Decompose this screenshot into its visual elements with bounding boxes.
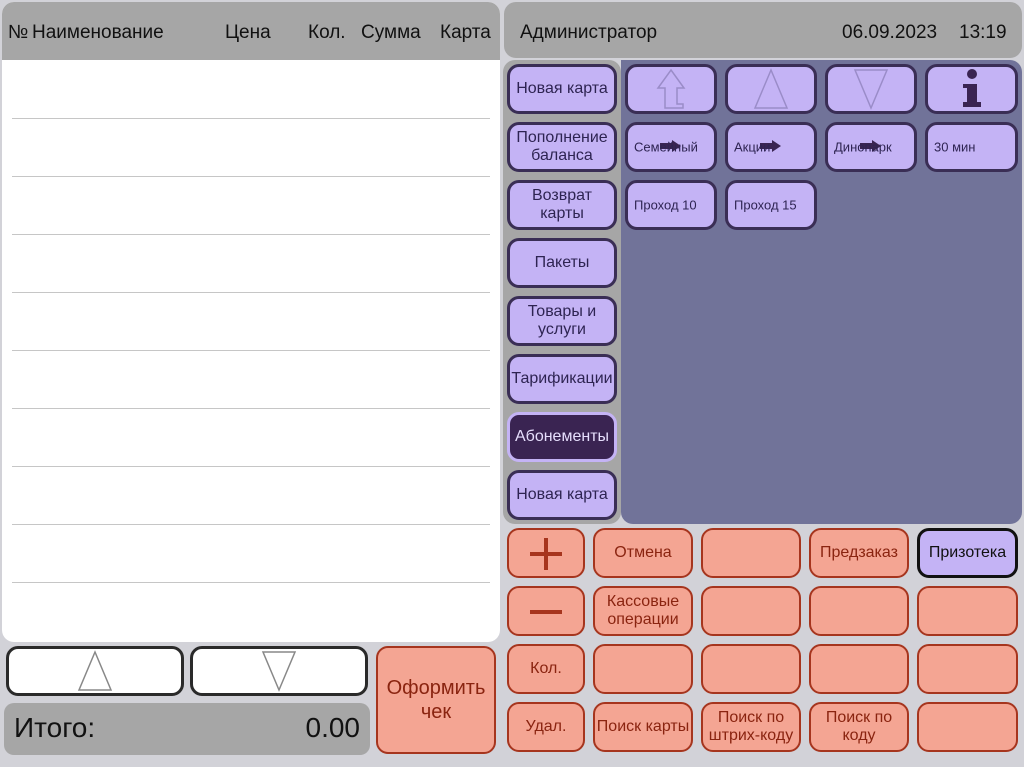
user-name: Администратор — [520, 22, 658, 43]
total-label: Итого: — [14, 712, 96, 743]
cancel-button[interactable]: Отмена — [593, 528, 693, 578]
col-qty: Кол. — [308, 22, 346, 43]
empty-key-9[interactable] — [917, 702, 1018, 752]
nav-down-button[interactable] — [825, 64, 917, 114]
row-divider — [12, 408, 490, 409]
category-new-card[interactable]: Новая карта — [507, 64, 617, 114]
empty-key-4[interactable] — [917, 586, 1018, 636]
category-balance-topup[interactable]: Пополнение баланса — [507, 122, 617, 172]
nav-up-level-button[interactable] — [625, 64, 717, 114]
category-packages[interactable]: Пакеты — [507, 238, 617, 288]
plus-icon — [530, 538, 562, 570]
cash-operations-button[interactable]: Кассовые операции — [593, 586, 693, 636]
empty-key-7[interactable] — [809, 644, 909, 694]
up-level-icon — [656, 68, 686, 109]
up-icon — [753, 68, 789, 109]
empty-key-1[interactable] — [701, 528, 801, 578]
category-new-card-2[interactable]: Новая карта — [507, 470, 617, 520]
up-arrow-icon — [77, 650, 113, 691]
checkout-button[interactable]: Оформить чек — [376, 646, 496, 754]
tile-30-min[interactable]: 30 мин — [925, 122, 1018, 172]
empty-key-5[interactable] — [593, 644, 693, 694]
row-divider — [12, 582, 490, 583]
total-panel: Итого: 0.00 — [4, 703, 370, 755]
row-divider — [12, 524, 490, 525]
tile-dinopark[interactable]: Динопарк — [825, 122, 917, 172]
empty-key-8[interactable] — [917, 644, 1018, 694]
preorder-button[interactable]: Предзаказ — [809, 528, 909, 578]
col-num: № — [8, 22, 29, 43]
category-subscriptions[interactable]: Абонементы — [507, 412, 617, 462]
empty-key-6[interactable] — [701, 644, 801, 694]
prizoteka-button[interactable]: Призотека — [917, 528, 1018, 578]
category-goods-services[interactable]: Товары и услуги — [507, 296, 617, 346]
search-code-button[interactable]: Поиск по коду — [809, 702, 909, 752]
down-arrow-icon — [261, 651, 297, 692]
empty-key-2[interactable] — [701, 586, 801, 636]
info-icon — [962, 69, 981, 107]
col-name: Наименование — [32, 22, 164, 43]
col-card: Карта — [440, 22, 491, 43]
delete-button[interactable]: Удал. — [507, 702, 585, 752]
col-sum: Сумма — [361, 22, 421, 43]
row-divider — [12, 350, 490, 351]
category-tariffs[interactable]: Тарификации — [507, 354, 617, 404]
row-divider — [12, 118, 490, 119]
scroll-down-button[interactable] — [190, 646, 368, 696]
row-divider — [12, 292, 490, 293]
tile-promotions[interactable]: Акции — [725, 122, 817, 172]
down-icon — [853, 69, 889, 110]
row-divider — [12, 234, 490, 235]
row-divider — [12, 466, 490, 467]
checkout-label: Оформить чек — [386, 677, 486, 723]
category-card-return[interactable]: Возврат карты — [507, 180, 617, 230]
receipt-header: № Наименование Цена Кол. Сумма Карта — [2, 2, 500, 60]
minus-icon — [530, 610, 562, 614]
tile-pass-15[interactable]: Проход 15 — [725, 180, 817, 230]
time-text: 13:19 — [959, 22, 1007, 43]
quantity-button[interactable]: Кол. — [507, 644, 585, 694]
plus-button[interactable] — [507, 528, 585, 578]
row-divider — [12, 176, 490, 177]
tile-pass-10[interactable]: Проход 10 — [625, 180, 717, 230]
empty-key-3[interactable] — [809, 586, 909, 636]
receipt-table: № Наименование Цена Кол. Сумма Карта — [2, 2, 500, 642]
total-value: 0.00 — [305, 712, 361, 743]
col-price: Цена — [225, 22, 271, 43]
date-text: 06.09.2023 — [842, 22, 938, 43]
nav-up-button[interactable] — [725, 64, 817, 114]
search-card-button[interactable]: Поиск карты — [593, 702, 693, 752]
search-barcode-button[interactable]: Поиск по штрих-коду — [701, 702, 801, 752]
info-button[interactable] — [925, 64, 1018, 114]
scroll-up-button[interactable] — [6, 646, 184, 696]
tile-family[interactable]: Семейный — [625, 122, 717, 172]
status-header: Администратор 06.09.2023 13:19 — [504, 2, 1022, 58]
minus-button[interactable] — [507, 586, 585, 636]
